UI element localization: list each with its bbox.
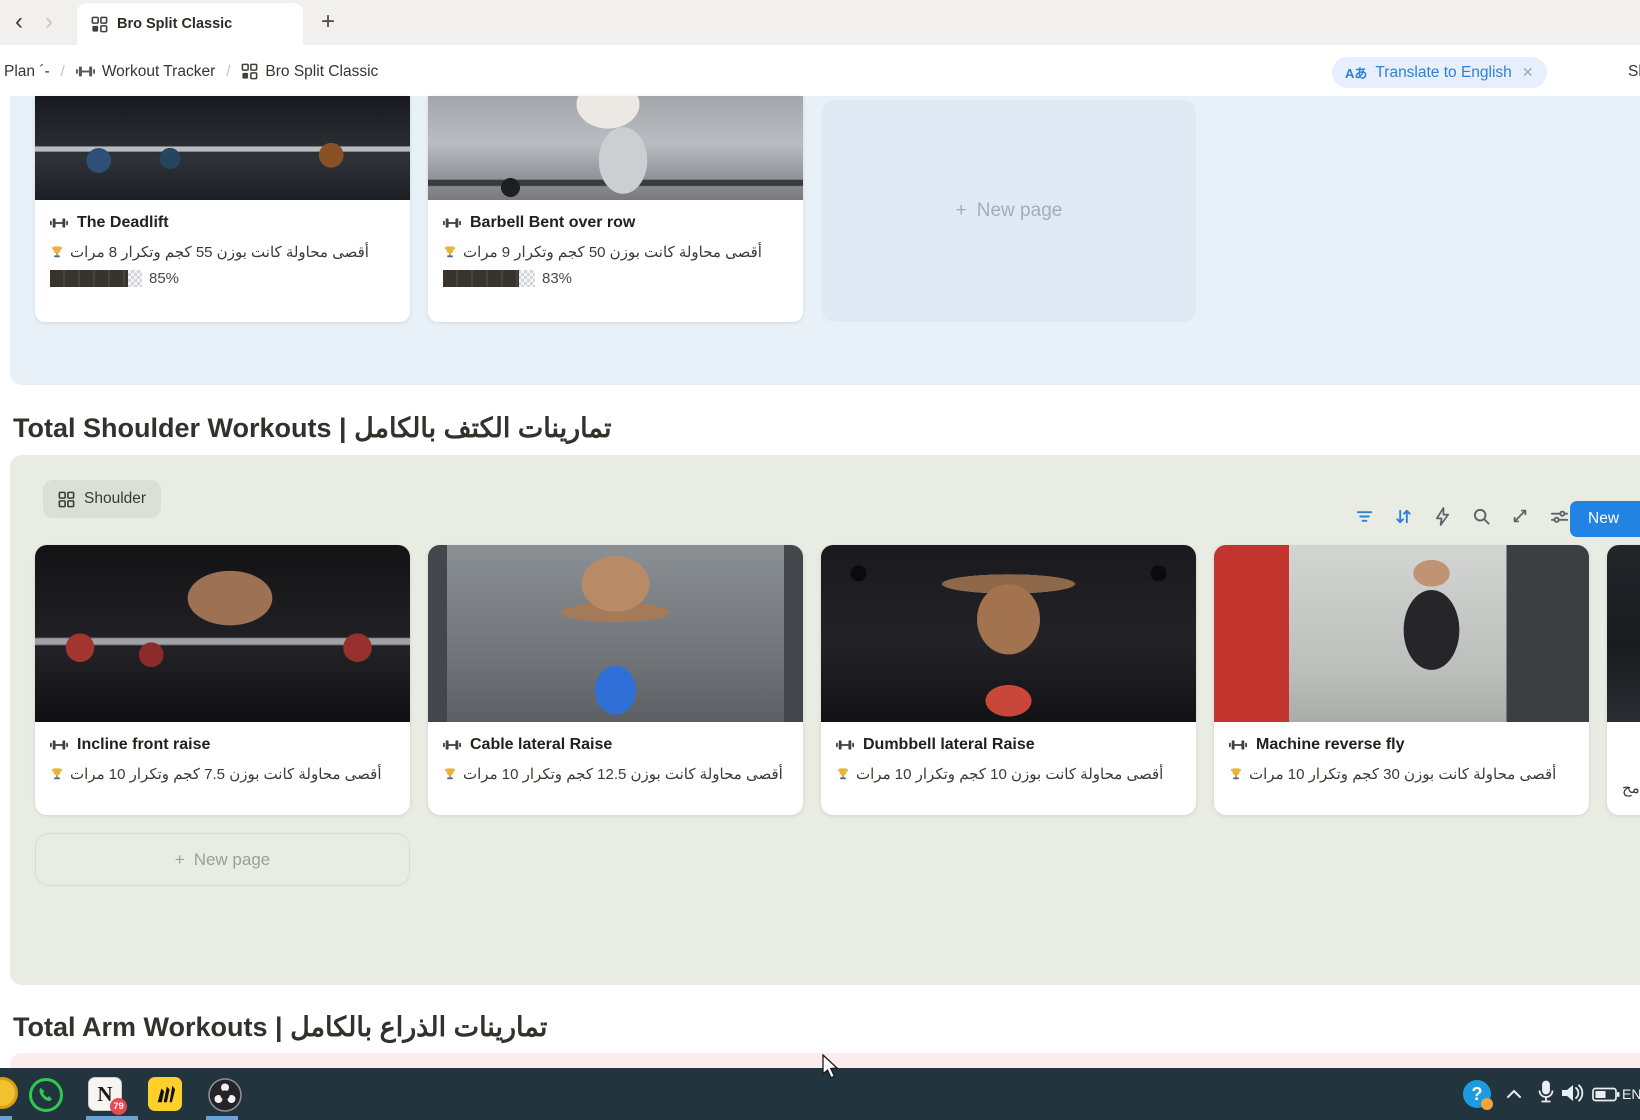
- card-image: [1607, 545, 1640, 722]
- card-title: Dumbbell lateral Raise: [863, 736, 1035, 754]
- progress-label: 83%: [542, 270, 572, 287]
- dumbbell-icon: [443, 217, 461, 229]
- tab-bro-split-classic[interactable]: Bro Split Classic: [77, 3, 303, 45]
- breadcrumb-item-workout-tracker[interactable]: Workout Tracker: [72, 59, 219, 85]
- lightning-icon[interactable]: [1431, 505, 1453, 527]
- card-dumbbell-lateral-raise[interactable]: Dumbbell lateral Raise أقصى محاولة كانت …: [821, 545, 1196, 815]
- forward-icon[interactable]: ›: [36, 9, 62, 35]
- share-button-partial[interactable]: Share: [1628, 63, 1640, 81]
- breadcrumb-separator: /: [61, 63, 65, 80]
- sort-icon[interactable]: [1392, 505, 1414, 527]
- dumbbell-icon: [1229, 739, 1247, 751]
- breadcrumb-item-bro-split-classic[interactable]: Bro Split Classic: [237, 59, 382, 85]
- card-description: أقصى محاولة كانت بوزن 7.5 كجم وتكرار 10 …: [50, 765, 395, 783]
- trophy-icon: [836, 767, 850, 781]
- shoulder-section-heading: Total Shoulder Workouts | تمارينات الكتف…: [13, 413, 612, 444]
- card-description: أقصى محاولة كانت بوزن 55 كجم وتكرار 8 مر…: [50, 243, 395, 261]
- notion-icon[interactable]: N79: [88, 1077, 122, 1111]
- dumbbell-icon: [50, 739, 68, 751]
- card-incline-front-raise[interactable]: Incline front raise أقصى محاولة كانت بوز…: [35, 545, 410, 815]
- taskbar-active-indicator: [206, 1116, 238, 1120]
- trophy-icon: [50, 245, 64, 259]
- trophy-icon: [1229, 767, 1243, 781]
- trophy-icon: [443, 245, 457, 259]
- card-description-partial: أقصى مح: [1622, 779, 1640, 797]
- dumbbell-icon: [76, 65, 95, 78]
- new-tab-button[interactable]: +: [314, 8, 342, 36]
- progress-label: 85%: [149, 270, 179, 287]
- obs-studio-icon[interactable]: [207, 1077, 243, 1118]
- card-image: [35, 96, 410, 200]
- progress-row: 83%: [443, 270, 788, 287]
- translate-icon: Aあ: [1345, 63, 1367, 82]
- card-description: أقصى محاولة كانت بوزن 50 كجم وتكرار 9 مر…: [443, 243, 788, 261]
- card-description: أقصى محاولة كانت بوزن 12.5 كجم وتكرار 10…: [443, 765, 788, 783]
- translate-to-english-button[interactable]: Aあ Translate to English ✕: [1332, 57, 1547, 88]
- tab-strip: ‹ › Bro Split Classic +: [0, 0, 1640, 45]
- mouse-cursor: [820, 1054, 842, 1085]
- taskbar-app-partial-icon[interactable]: [0, 1077, 18, 1109]
- card-title: Barbell Bent over row: [470, 214, 635, 232]
- card-title: The Deadlift: [77, 214, 169, 232]
- battery-icon[interactable]: [1592, 1087, 1620, 1107]
- search-icon[interactable]: [1470, 505, 1492, 527]
- notion-badge: 79: [110, 1098, 127, 1115]
- card-image: [428, 96, 803, 200]
- filter-icon[interactable]: [1353, 505, 1375, 527]
- card-image: [428, 545, 803, 722]
- progress-row: 85%: [50, 270, 395, 287]
- miro-icon[interactable]: [148, 1077, 182, 1111]
- plus-icon: +: [175, 850, 185, 870]
- trophy-icon: [50, 767, 64, 781]
- card-image: [35, 545, 410, 722]
- screen: ‹ › Bro Split Classic + Plan ´- / Workou…: [0, 0, 1640, 1120]
- card-the-deadlift[interactable]: The Deadlift أقصى محاولة كانت بوزن 55 كج…: [35, 96, 410, 322]
- new-page-tile[interactable]: + New page: [822, 100, 1196, 322]
- card-barbell-bent-over-row[interactable]: Barbell Bent over row أقصى محاولة كانت ب…: [428, 96, 803, 322]
- taskbar-active-indicator: [86, 1116, 138, 1120]
- card-partial-right-edge[interactable]: أقصى مح: [1607, 545, 1640, 815]
- breadcrumb-item-plan[interactable]: Plan ´-: [0, 59, 54, 85]
- gallery-grid-icon: [58, 491, 75, 508]
- back-icon[interactable]: ‹: [6, 9, 32, 35]
- progress-bar: [443, 270, 535, 287]
- help-icon[interactable]: ?: [1463, 1080, 1491, 1108]
- arm-section-heading: Total Arm Workouts | تمارينات الذراع بال…: [13, 1012, 547, 1043]
- gallery-grid-icon: [91, 16, 108, 33]
- card-machine-reverse-fly[interactable]: Machine reverse fly أقصى محاولة كانت بوز…: [1214, 545, 1589, 815]
- tab-title: Bro Split Classic: [117, 16, 232, 32]
- expand-icon[interactable]: [1509, 505, 1531, 527]
- dumbbell-icon: [443, 739, 461, 751]
- breadcrumb-separator: /: [226, 63, 230, 80]
- new-page-button[interactable]: + New page: [35, 833, 410, 886]
- speaker-icon[interactable]: [1560, 1082, 1586, 1109]
- new-button[interactable]: New: [1570, 501, 1640, 537]
- card-cable-lateral-raise[interactable]: Cable lateral Raise أقصى محاولة كانت بوز…: [428, 545, 803, 815]
- trophy-icon: [443, 767, 457, 781]
- microphone-icon[interactable]: [1536, 1080, 1556, 1111]
- settings-sliders-icon[interactable]: [1548, 505, 1570, 527]
- tray-chevron-up-icon[interactable]: [1505, 1087, 1523, 1106]
- plus-icon: +: [956, 200, 967, 222]
- taskbar-active-indicator: [0, 1116, 12, 1120]
- card-description: أقصى محاولة كانت بوزن 30 كجم وتكرار 10 م…: [1229, 765, 1574, 783]
- close-icon[interactable]: ✕: [1522, 64, 1534, 81]
- gallery-grid-icon: [241, 63, 258, 80]
- card-title: Cable lateral Raise: [470, 736, 612, 754]
- card-title: Machine reverse fly: [1256, 736, 1405, 754]
- card-description: أقصى محاولة كانت بوزن 10 كجم وتكرار 10 م…: [836, 765, 1181, 783]
- language-indicator[interactable]: EN: [1622, 1086, 1640, 1102]
- collection-toolbar: [1353, 505, 1570, 527]
- card-title: Incline front raise: [77, 736, 210, 754]
- view-tab-shoulder[interactable]: Shoulder: [43, 480, 161, 518]
- progress-bar: [50, 270, 142, 287]
- dumbbell-icon: [50, 217, 68, 229]
- card-image: [821, 545, 1196, 722]
- dumbbell-icon: [836, 739, 854, 751]
- card-image: [1214, 545, 1589, 722]
- whatsapp-icon[interactable]: [28, 1077, 64, 1118]
